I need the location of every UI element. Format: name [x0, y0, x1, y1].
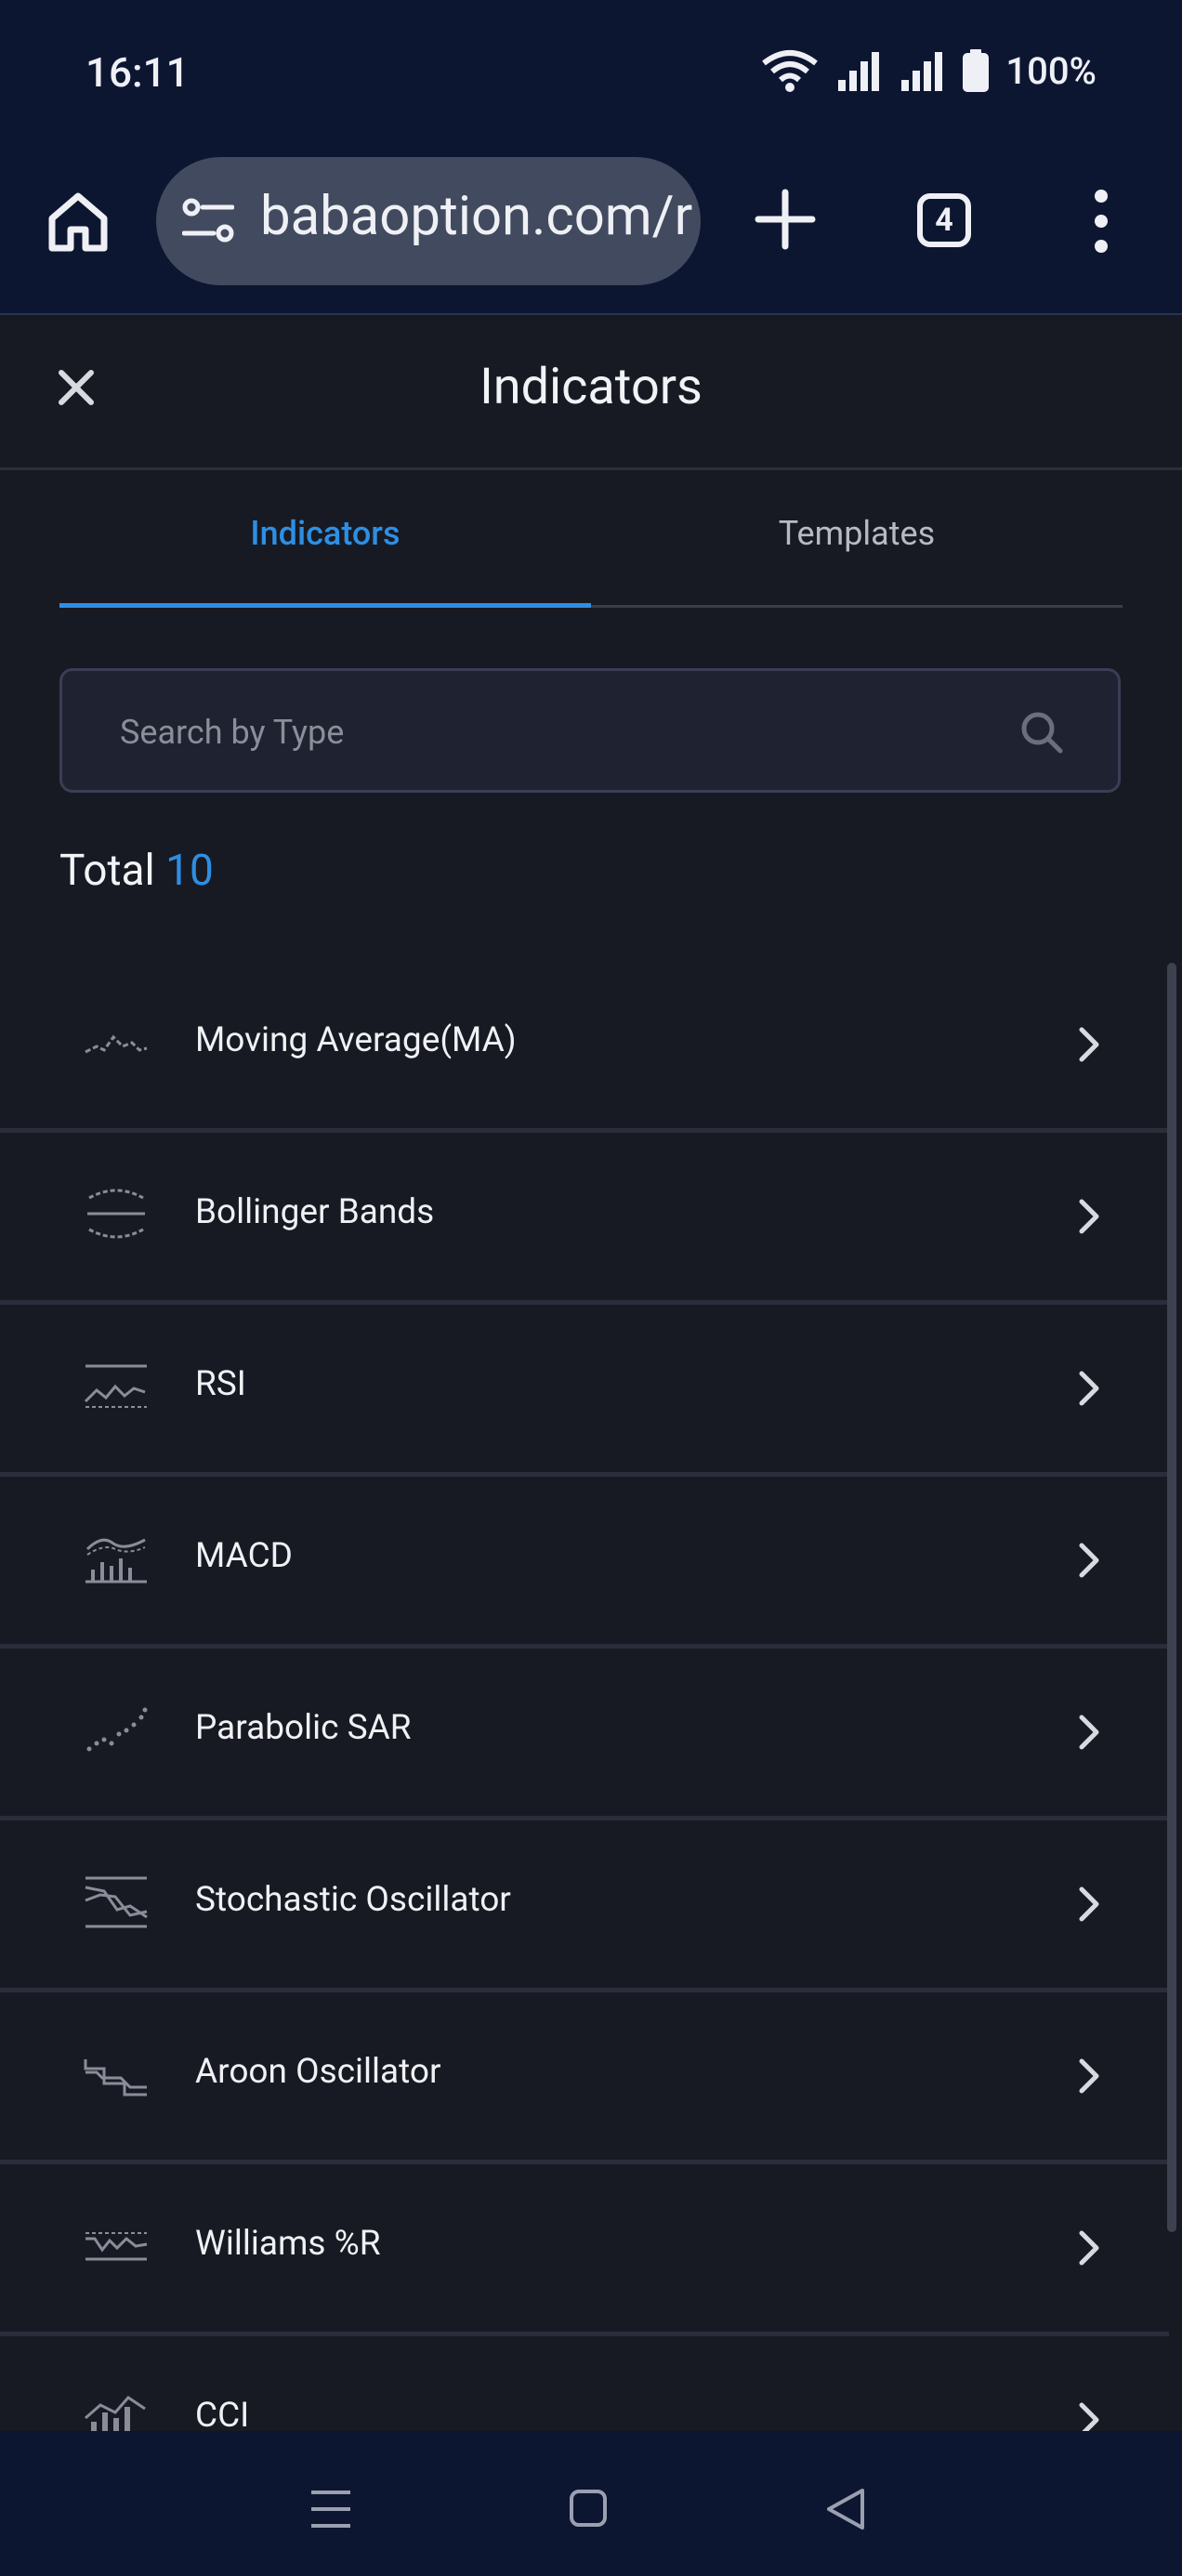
signal-icon-2 [901, 52, 943, 91]
address-bar[interactable]: babaoption.com/r [156, 157, 701, 285]
tab-templates[interactable]: Templates [591, 514, 1123, 553]
list-item-label: Aroon Oscillator [195, 2052, 441, 2092]
system-nav-bar [0, 2431, 1182, 2576]
list-item-label: RSI [195, 1364, 246, 1404]
battery-icon [963, 49, 990, 92]
total-number: 10 [165, 846, 214, 896]
stochastic-oscillator-icon [85, 1876, 148, 1928]
chevron-right-icon [1079, 2058, 1099, 2094]
tab-indicators[interactable]: Indicators [59, 514, 591, 553]
williams-r-icon [85, 2232, 148, 2261]
signal-icon [838, 52, 880, 91]
recent-apps-icon[interactable] [309, 2489, 352, 2530]
panel-header: Indicators [0, 313, 1182, 470]
status-bar: 16:11 100% [0, 0, 1182, 153]
list-item-parabolic-sar[interactable]: Parabolic SAR [0, 1649, 1169, 1820]
macd-icon [85, 1538, 147, 1584]
list-item-stochastic-oscillator[interactable]: Stochastic Oscillator [0, 1820, 1169, 1992]
wifi-icon [762, 50, 819, 92]
more-menu-icon[interactable] [1089, 189, 1113, 254]
page-title: Indicators [479, 358, 703, 416]
list-item-macd[interactable]: MACD [0, 1477, 1169, 1649]
parabolic-sar-icon [86, 1707, 148, 1752]
rsi-icon [84, 1364, 147, 1408]
list-item-moving-average[interactable]: Moving Average(MA) [0, 961, 1169, 1133]
list-item-bollinger-bands[interactable]: Bollinger Bands [0, 1133, 1169, 1305]
browser-toolbar: babaoption.com/r 4 [0, 153, 1182, 315]
list-item-label: CCI [195, 2396, 250, 2436]
list-item-label: Williams %R [195, 2224, 381, 2264]
battery-percent: 100% [1005, 48, 1097, 93]
list-item-rsi[interactable]: RSI [0, 1305, 1169, 1477]
chevron-right-icon [1079, 1715, 1099, 1750]
chevron-right-icon [1079, 1543, 1099, 1578]
total-label: Total [59, 846, 155, 896]
status-time: 16:11 [85, 48, 190, 97]
chevron-right-icon [1079, 2230, 1099, 2266]
home-icon[interactable] [46, 191, 110, 254]
new-tab-icon[interactable] [755, 189, 816, 250]
total-count: Total 10 [59, 846, 214, 896]
chevron-right-icon [1079, 1886, 1099, 1922]
status-icons: 100% [760, 48, 1097, 93]
list-item-aroon-oscillator[interactable]: Aroon Oscillator [0, 1992, 1169, 2164]
back-icon[interactable] [825, 2487, 866, 2531]
list-item-label: Parabolic SAR [195, 1708, 412, 1748]
chevron-right-icon [1079, 1371, 1099, 1406]
search-icon[interactable] [1019, 710, 1064, 755]
list-item-label: Bollinger Bands [195, 1192, 435, 1232]
list-scrollbar[interactable] [1167, 963, 1176, 2232]
home-nav-icon[interactable] [569, 2489, 608, 2528]
tab-active-indicator [59, 603, 591, 608]
url-text[interactable]: babaoption.com/r [260, 185, 692, 248]
bollinger-bands-icon [87, 1189, 145, 1239]
list-item-label: MACD [195, 1536, 293, 1576]
search-input[interactable] [118, 699, 958, 766]
site-settings-icon[interactable] [182, 198, 234, 244]
tab-bar: Indicators Templates [59, 467, 1123, 609]
search-box [59, 668, 1121, 793]
tab-switcher-button[interactable]: 4 [917, 193, 971, 247]
moving-average-icon [85, 1034, 148, 1054]
list-item-williams-r[interactable]: Williams %R [0, 2164, 1169, 2336]
list-item-label: Stochastic Oscillator [195, 1880, 511, 1920]
chevron-right-icon [1079, 1199, 1099, 1234]
list-item-label: Moving Average(MA) [195, 1020, 517, 1060]
indicator-list: Moving Average(MA) Bollinger Bands RSI M… [0, 961, 1169, 2508]
aroon-oscillator-icon [84, 2059, 147, 2096]
chevron-right-icon [1079, 1027, 1099, 1062]
